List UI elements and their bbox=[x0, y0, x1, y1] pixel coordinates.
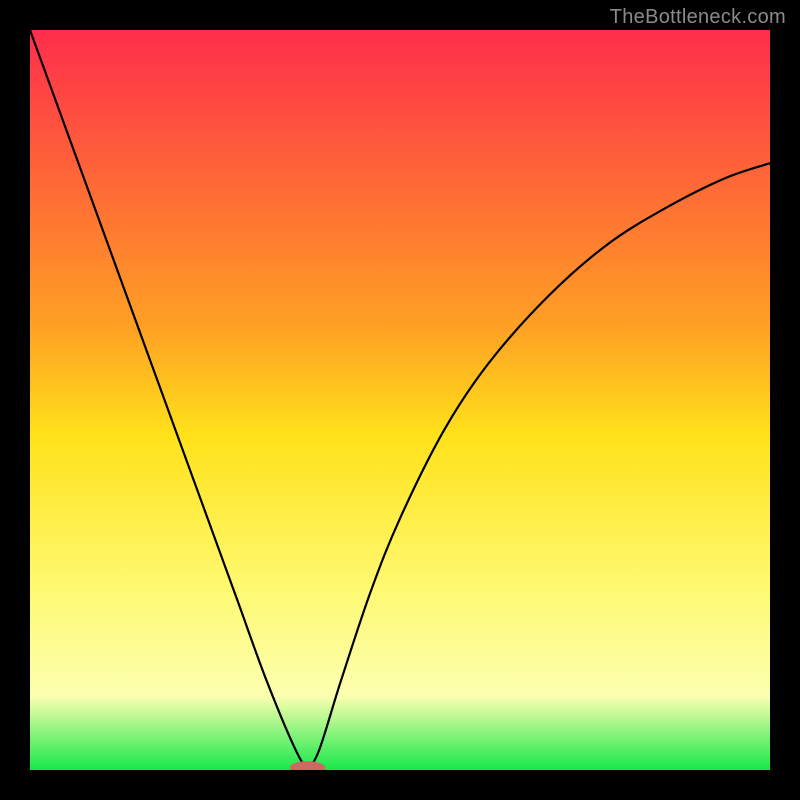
watermark-text: TheBottleneck.com bbox=[610, 6, 786, 29]
plot-area bbox=[30, 30, 770, 770]
bottleneck-chart bbox=[30, 30, 770, 770]
gradient-background bbox=[30, 30, 770, 770]
chart-frame: TheBottleneck.com bbox=[0, 0, 800, 800]
